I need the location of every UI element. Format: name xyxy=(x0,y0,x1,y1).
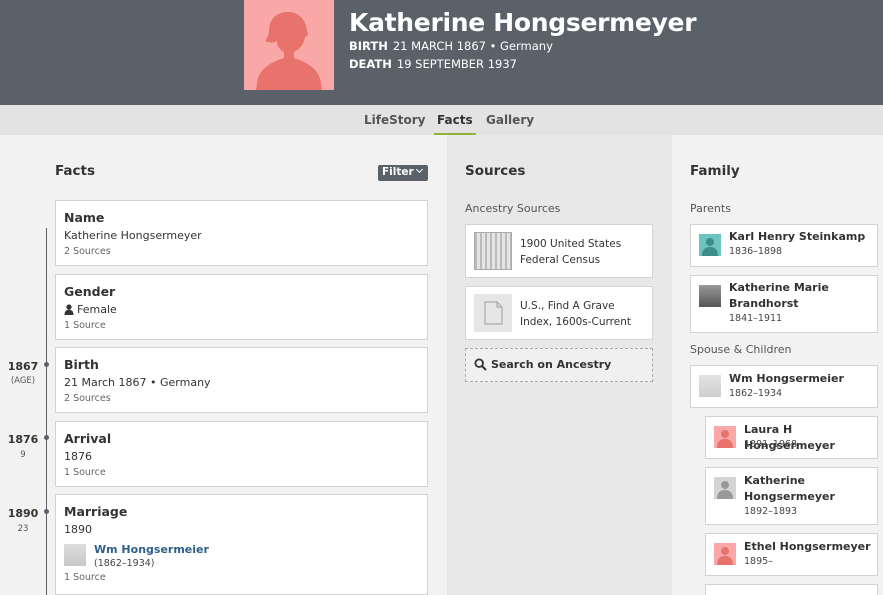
timeline-year-arrival: 1876 xyxy=(7,433,39,446)
chevron-down-icon xyxy=(415,165,423,174)
fact-value: Katherine Hongsermeyer xyxy=(64,229,202,242)
family-card-mother[interactable]: Katherine Marie Brandhorst 1841–1911 xyxy=(690,275,878,333)
fact-value: 21 March 1867 • Germany xyxy=(64,376,211,389)
fact-sources: 1 Source xyxy=(64,467,106,478)
family-card-child[interactable]: Laura H Hongsermeyer 1891–1968 xyxy=(705,416,878,459)
family-member-name: Katherine Marie Brandhorst xyxy=(729,281,829,310)
timeline-year-marriage: 1890 xyxy=(7,507,39,520)
fact-card-arrival[interactable]: Arrival 1876 1 Source xyxy=(55,421,428,487)
timeline-age-marriage: 23 xyxy=(17,524,29,534)
family-member-years: 1836–1898 xyxy=(729,246,783,257)
fact-card-gender[interactable]: Gender Female 1 Source xyxy=(55,274,428,340)
search-icon xyxy=(474,358,487,371)
birth-summary: BIRTH 21 MARCH 1867 • Germany xyxy=(349,39,553,53)
family-heading: Family xyxy=(690,163,740,179)
timeline-dot xyxy=(44,362,49,367)
source-title: 1900 United States Federal Census xyxy=(520,238,622,266)
search-on-ancestry-label: Search on Ancestry xyxy=(491,358,612,371)
fact-value-row: Female xyxy=(64,303,117,316)
parents-label: Parents xyxy=(690,202,731,215)
family-member-name: Wm Hongsermeier xyxy=(729,372,844,385)
family-member-years: 1862–1934 xyxy=(729,388,783,399)
fact-sources: 2 Sources xyxy=(64,246,111,257)
spouse-link[interactable]: Wm Hongsermeier xyxy=(94,543,209,556)
timeline-dot xyxy=(44,435,49,440)
tab-gallery[interactable]: Gallery xyxy=(486,113,534,127)
fact-card-marriage[interactable]: Marriage 1890 Wm Hongsermeier (1862–1934… xyxy=(55,494,428,595)
sources-column: Sources Ancestry Sources 1900 United Sta… xyxy=(447,135,672,595)
fact-title: Arrival xyxy=(64,431,112,446)
unknown-avatar-icon xyxy=(714,477,736,499)
fact-card-birth[interactable]: Birth 21 March 1867 • Germany 2 Sources xyxy=(55,347,428,413)
facts-column: Facts Filter 1867 (AGE) 1876 9 1890 23 N… xyxy=(0,135,447,595)
profile-name: Katherine Hongsermeyer xyxy=(349,8,697,37)
female-avatar-icon xyxy=(714,543,736,565)
male-avatar-icon xyxy=(699,234,721,256)
census-thumbnail xyxy=(474,232,512,270)
photo-thumbnail xyxy=(699,285,721,307)
spouse-years: (1862–1934) xyxy=(94,558,155,569)
fact-sources: 1 Source xyxy=(64,320,106,331)
family-card-father[interactable]: Karl Henry Steinkamp 1836–1898 xyxy=(690,224,878,267)
fact-title: Name xyxy=(64,210,105,225)
death-value: 19 SEPTEMBER 1937 xyxy=(396,57,517,71)
family-member-years: 1895– xyxy=(744,556,773,567)
family-member-years: 1891–1968 xyxy=(744,439,798,450)
tab-facts[interactable]: Facts xyxy=(434,113,476,136)
female-silhouette-icon xyxy=(256,12,322,90)
family-member-years: 1841–1911 xyxy=(729,313,783,324)
photo-thumbnail xyxy=(699,375,721,397)
birth-value: 21 MARCH 1867 • Germany xyxy=(392,39,553,53)
person-icon xyxy=(64,304,74,315)
death-label: DEATH xyxy=(349,57,392,71)
timeline-age-arrival: 9 xyxy=(20,450,26,460)
family-card-child[interactable]: Katherine Hongsermeyer 1892–1893 xyxy=(705,467,878,525)
fact-value: 1890 xyxy=(64,523,92,536)
search-on-ancestry-button[interactable]: Search on Ancestry xyxy=(465,348,653,382)
family-column: Family Parents Karl Henry Steinkamp 1836… xyxy=(672,135,883,595)
family-member-name: Karl Henry Steinkamp xyxy=(729,230,866,243)
spouse-children-label: Spouse & Children xyxy=(690,343,792,356)
facts-heading: Facts xyxy=(55,163,96,179)
source-card-census[interactable]: 1900 United States Federal Census xyxy=(465,224,653,278)
death-summary: DEATH 19 SEPTEMBER 1937 xyxy=(349,57,517,71)
tab-lifestory[interactable]: LifeStory xyxy=(364,113,425,127)
document-icon xyxy=(474,294,512,332)
fact-title: Gender xyxy=(64,284,116,299)
fact-card-name[interactable]: Name Katherine Hongsermeyer 2 Sources xyxy=(55,200,428,266)
fact-sources: 2 Sources xyxy=(64,393,111,404)
female-avatar-icon xyxy=(714,426,736,448)
family-card-child-partial[interactable] xyxy=(705,584,878,595)
profile-tabs: LifeStory Facts Gallery xyxy=(0,105,883,136)
family-member-years: 1892–1893 xyxy=(744,506,798,517)
family-member-name: Ethel Hongsermeyer xyxy=(744,540,871,553)
profile-portrait[interactable] xyxy=(244,0,334,90)
spouse-photo-thumbnail xyxy=(64,544,86,566)
family-member-name: Katherine Hongsermeyer xyxy=(744,474,835,503)
timeline-line xyxy=(46,228,47,595)
filter-button[interactable]: Filter xyxy=(378,165,428,181)
family-card-child[interactable]: Ethel Hongsermeyer 1895– xyxy=(705,533,878,576)
gender-value: Female xyxy=(77,303,117,316)
source-card-findagrave[interactable]: U.S., Find A Grave Index, 1600s-Current xyxy=(465,286,653,340)
filter-label: Filter xyxy=(382,166,414,178)
timeline-age-birth: (AGE) xyxy=(10,376,36,386)
fact-title: Birth xyxy=(64,357,99,372)
timeline-year-birth: 1867 xyxy=(7,360,39,373)
fact-title: Marriage xyxy=(64,504,128,519)
fact-sources: 1 Source xyxy=(64,572,106,583)
ancestry-sources-label: Ancestry Sources xyxy=(465,202,561,215)
source-title: U.S., Find A Grave Index, 1600s-Current xyxy=(520,300,631,328)
birth-label: BIRTH xyxy=(349,39,388,53)
timeline-dot xyxy=(44,509,49,514)
fact-value: 1876 xyxy=(64,450,92,463)
profile-header: Katherine Hongsermeyer BIRTH 21 MARCH 186… xyxy=(0,0,883,105)
sources-heading: Sources xyxy=(465,163,526,179)
family-card-spouse[interactable]: Wm Hongsermeier 1862–1934 xyxy=(690,365,878,408)
